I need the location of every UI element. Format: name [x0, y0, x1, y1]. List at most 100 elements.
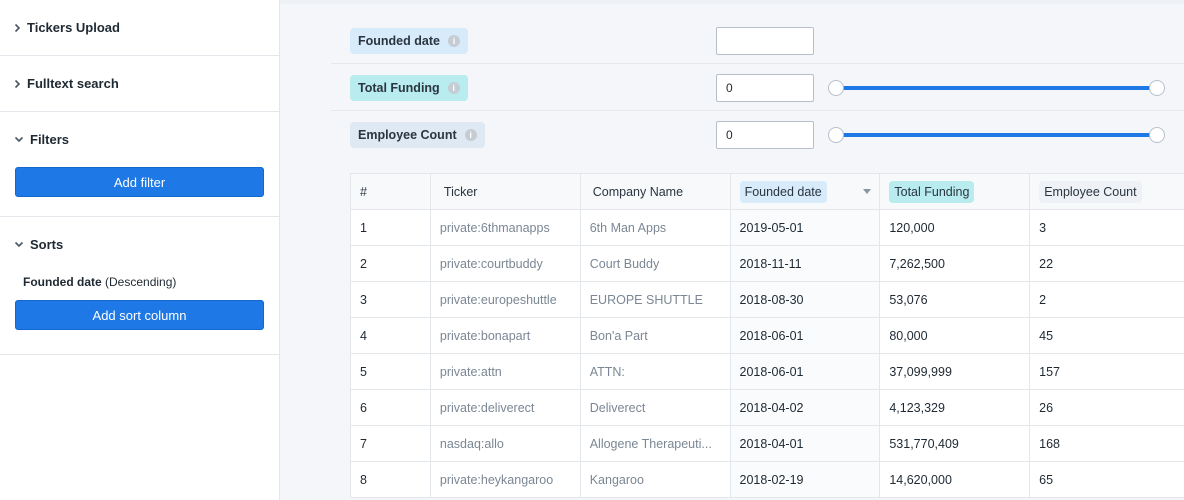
slider-max-handle[interactable] — [1149, 127, 1165, 143]
sorts-toggle[interactable]: Sorts — [0, 217, 279, 272]
cell-index: 6 — [351, 390, 431, 425]
table-row[interactable]: 5 private:attn ATTN: 2018-06-01 37,099,999 15… — [351, 354, 1184, 390]
chevron-right-icon — [14, 23, 21, 32]
cell-employee-count: 2 — [1039, 292, 1047, 307]
cell-employee-count: 22 — [1039, 256, 1054, 271]
fulltext-search-toggle[interactable]: Fulltext search — [0, 56, 279, 111]
cell-company-name: EUROPE SHUTTLE — [581, 282, 731, 317]
table-body: 1 private:6thmanapps 6th Man Apps 2019-05-0… — [351, 210, 1184, 498]
sort-desc-icon[interactable] — [863, 189, 872, 194]
cell-employee-count: 3 — [1039, 220, 1047, 235]
slider-min-handle[interactable] — [828, 79, 844, 96]
cell-ticker: private:deliverect — [431, 390, 581, 425]
employee-count-filter-label: Employee Count — [358, 128, 457, 142]
employee-count-filter-tag: Employee Count i — [350, 122, 485, 148]
info-icon[interactable]: i — [447, 81, 460, 94]
slider-max-handle[interactable] — [1149, 79, 1165, 96]
employee-count-slider[interactable] — [828, 127, 1165, 143]
cell-founded-date: 2019-05-01 — [730, 210, 881, 245]
header-index[interactable]: # — [351, 174, 431, 209]
section-tickers-upload: Tickers Upload — [0, 0, 279, 56]
employee-count-header-label: Employee Count — [1039, 180, 1142, 203]
total-funding-input[interactable]: 0 — [716, 73, 814, 102]
employee-count-input[interactable]: 0 — [716, 121, 814, 149]
table-row[interactable]: 2 private:courtbuddy Court Buddy 2018-11-11… — [351, 246, 1184, 282]
cell-company-name: Court Buddy — [581, 246, 731, 281]
cell-index: 3 — [351, 282, 431, 317]
table-header-row: # Ticker Company Name Founded date Total… — [351, 174, 1184, 210]
filter-row-total-funding: Total Funding i 0 — [331, 65, 1184, 111]
add-filter-button[interactable]: Add filter — [15, 167, 264, 197]
cell-total-funding: 7,262,500 — [880, 246, 1031, 281]
results-table: # Ticker Company Name Founded date Total… — [350, 173, 1184, 498]
cell-ticker: private:europeshuttle — [431, 282, 581, 317]
table-row[interactable]: 3 private:europeshuttle EUROPE SHUTTLE 2018… — [351, 282, 1184, 318]
cell-ticker: private:6thmanapps — [431, 210, 581, 245]
section-filters: Filters Add filter — [0, 112, 279, 217]
table-row[interactable]: 1 private:6thmanapps 6th Man Apps 2019-05-0… — [351, 210, 1184, 246]
slider-min-handle[interactable] — [828, 127, 844, 143]
cell-founded-date: 2018-08-30 — [730, 282, 881, 317]
cell-index: 1 — [351, 210, 431, 245]
section-fulltext-search: Fulltext search — [0, 56, 279, 112]
filter-row-employee-count: Employee Count i 0 — [331, 112, 1184, 158]
cell-index: 4 — [351, 318, 431, 353]
cell-founded-date: 2018-04-02 — [730, 390, 881, 425]
cell-total-funding: 120,000 — [880, 210, 1031, 245]
header-founded-date[interactable]: Founded date — [731, 174, 881, 209]
cell-ticker: nasdaq:allo — [431, 426, 581, 461]
cell-employee-count: 65 — [1039, 472, 1054, 487]
cell-company-name: Bon'a Part — [581, 318, 731, 353]
cell-founded-date: 2018-02-19 — [730, 462, 881, 497]
header-total-funding[interactable]: Total Funding — [880, 174, 1031, 209]
table-row[interactable]: 6 private:deliverect Deliverect 2018-04-02 4… — [351, 390, 1184, 426]
founded-date-input[interactable] — [716, 26, 814, 55]
cell-total-funding: 37,099,999 — [880, 354, 1031, 389]
slider-track — [836, 85, 1157, 90]
table-row[interactable]: 8 private:heykangaroo Kangaroo 2018-02-19 14… — [351, 462, 1184, 498]
cell-index: 2 — [351, 246, 431, 281]
table-row[interactable]: 7 nasdaq:allo Allogene Therapeuti... 2018-0… — [351, 426, 1184, 462]
header-company-name[interactable]: Company Name — [581, 174, 731, 209]
cell-total-funding: 80,000 — [880, 318, 1031, 353]
cell-ticker: private:heykangaroo — [431, 462, 581, 497]
founded-date-filter-label: Founded date — [358, 33, 440, 48]
cell-company-name: Allogene Therapeuti... — [581, 426, 731, 461]
cell-total-funding: 531,770,409 — [880, 426, 1031, 461]
cell-employee-count: 168 — [1039, 436, 1061, 451]
info-icon[interactable]: i — [447, 34, 460, 47]
cell-ticker: private:attn — [431, 354, 581, 389]
tickers-upload-toggle[interactable]: Tickers Upload — [0, 0, 279, 55]
filter-row-founded-date: Founded date i — [331, 18, 1184, 64]
filters-label: Filters — [30, 132, 70, 147]
chevron-down-icon — [14, 241, 24, 248]
total-funding-slider[interactable] — [828, 79, 1165, 96]
cell-founded-date: 2018-06-01 — [730, 354, 881, 389]
slider-track — [836, 133, 1157, 137]
chevron-right-icon — [14, 79, 21, 88]
cell-employee-count: 157 — [1039, 364, 1061, 379]
cell-founded-date: 2018-06-01 — [730, 318, 881, 353]
cell-company-name: Deliverect — [581, 390, 731, 425]
header-ticker[interactable]: Ticker — [431, 174, 581, 209]
table-row[interactable]: 4 private:bonapart Bon'a Part 2018-06-01 80,… — [351, 318, 1184, 354]
cell-ticker: private:bonapart — [431, 318, 581, 353]
filters-toggle[interactable]: Filters — [0, 112, 279, 167]
fulltext-search-label: Fulltext search — [27, 76, 119, 91]
info-icon[interactable]: i — [464, 129, 477, 141]
cell-ticker: private:courtbuddy — [431, 246, 581, 281]
sort-entry[interactable]: Founded date (Descending) — [0, 272, 279, 300]
cell-total-funding: 4,123,329 — [880, 390, 1031, 425]
cell-index: 7 — [351, 426, 431, 461]
tickers-upload-label: Tickers Upload — [27, 20, 120, 35]
header-employee-count[interactable]: Employee Count — [1030, 174, 1184, 209]
cell-company-name: Kangaroo — [581, 462, 731, 497]
cell-total-funding: 53,076 — [880, 282, 1031, 317]
cell-employee-count: 45 — [1039, 328, 1054, 343]
cell-company-name: 6th Man Apps — [581, 210, 731, 245]
cell-employee-count: 26 — [1039, 400, 1054, 415]
add-sort-column-button[interactable]: Add sort column — [15, 300, 264, 330]
sorts-label: Sorts — [30, 237, 64, 252]
top-bar — [280, 0, 1184, 4]
total-funding-header-label: Total Funding — [889, 180, 975, 203]
